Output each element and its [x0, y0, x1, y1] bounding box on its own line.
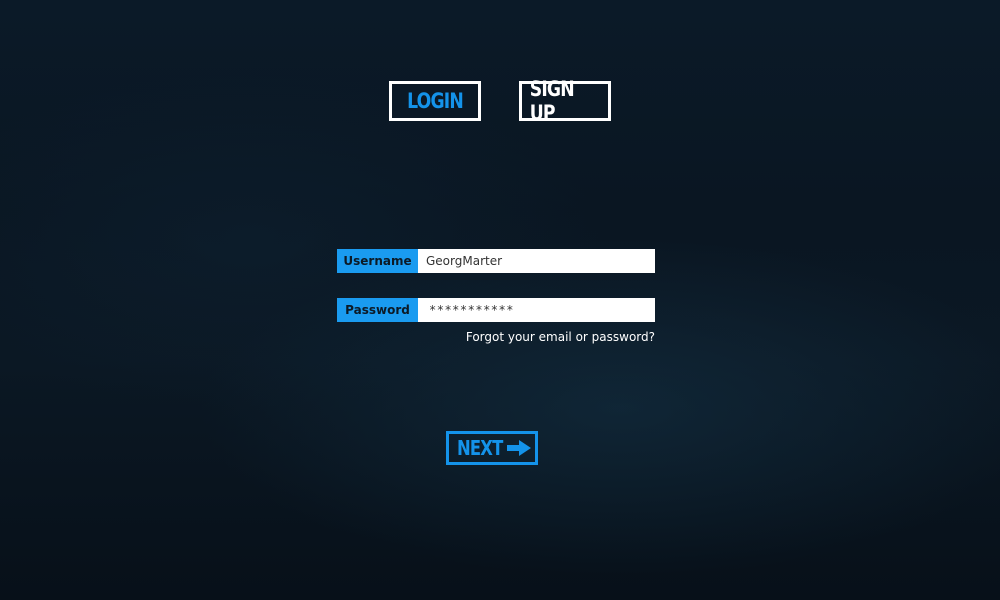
- next-button[interactable]: NEXT: [446, 431, 538, 465]
- username-field: Username: [337, 249, 655, 273]
- password-label: Password: [337, 298, 418, 322]
- next-button-label: NEXT: [457, 436, 503, 460]
- arrow-right-icon: [506, 440, 531, 456]
- tab-signup[interactable]: SIGN UP: [519, 77, 611, 125]
- password-input[interactable]: [418, 298, 655, 322]
- username-label: Username: [337, 249, 418, 273]
- tab-login-label: LOGIN: [407, 89, 464, 113]
- forgot-password-link[interactable]: Forgot your email or password?: [466, 330, 655, 344]
- tab-signup-label: SIGN UP: [529, 77, 575, 125]
- username-input[interactable]: [418, 249, 655, 273]
- password-field: Password: [337, 298, 655, 322]
- tab-login[interactable]: LOGIN: [389, 81, 481, 121]
